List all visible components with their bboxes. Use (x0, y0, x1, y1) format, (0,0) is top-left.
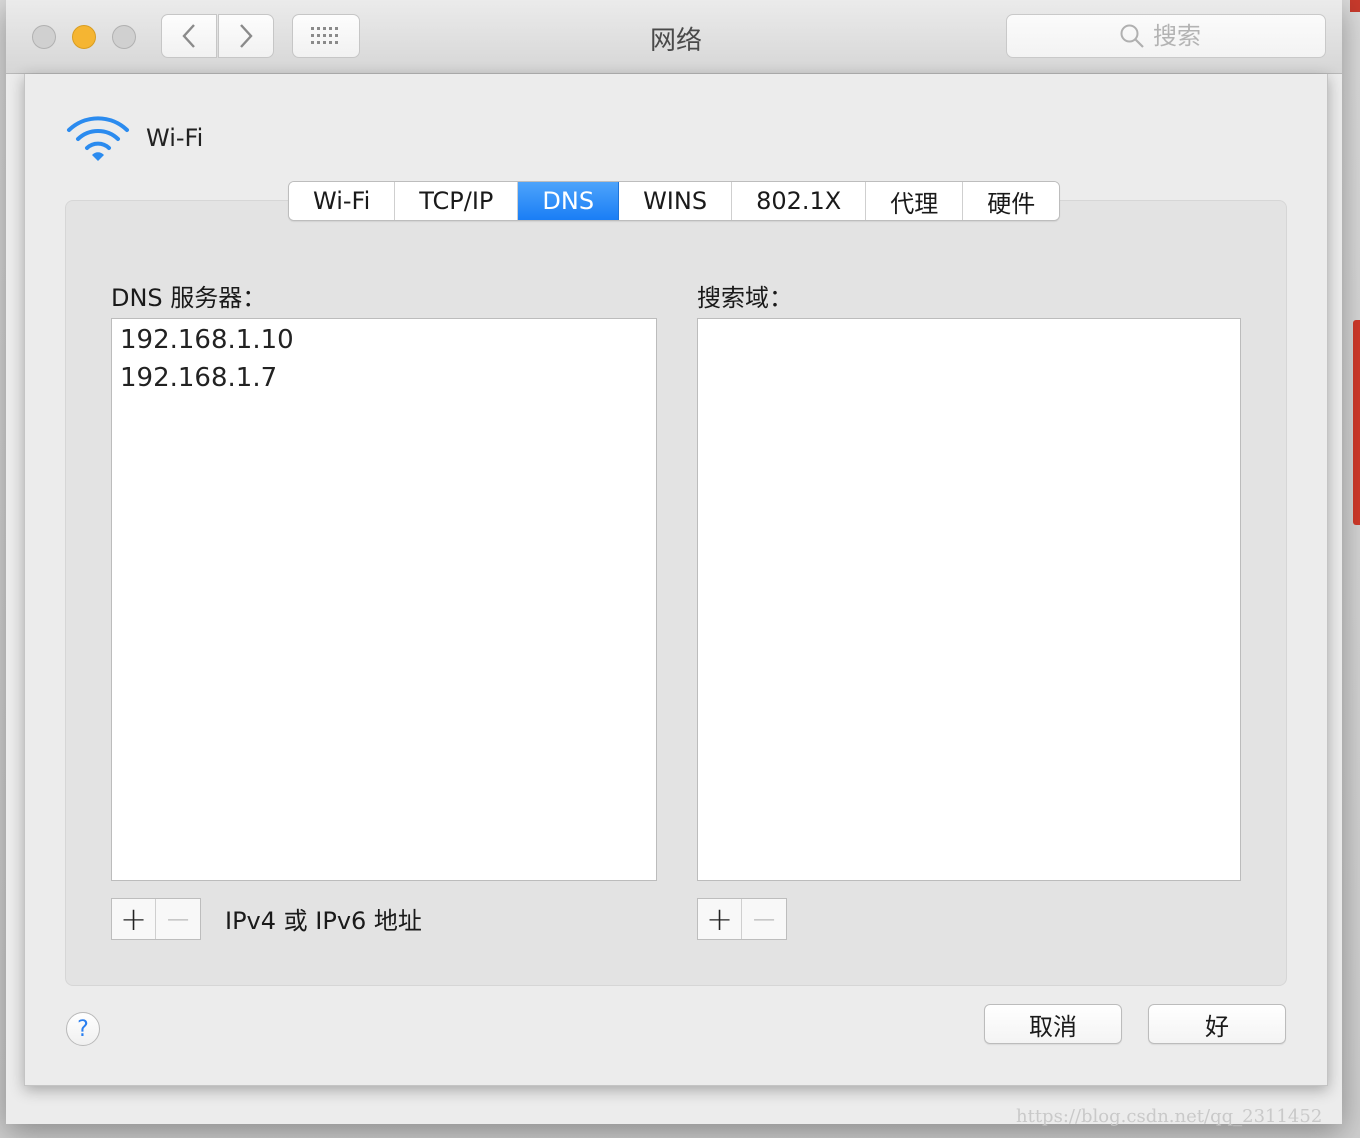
list-item[interactable]: 192.168.1.7 (112, 357, 656, 395)
back-button[interactable] (161, 14, 217, 58)
cancel-button[interactable]: 取消 (984, 1004, 1122, 1044)
help-button[interactable]: ? (66, 1012, 100, 1046)
background-window-edge (1353, 320, 1360, 525)
remove-search-domain-button[interactable]: − (742, 899, 786, 939)
add-dns-server-button[interactable]: + (112, 899, 156, 939)
forward-button[interactable] (218, 14, 274, 58)
show-all-button[interactable] (292, 14, 360, 58)
settings-tabs: Wi-Fi TCP/IP DNS WINS 802.1X 代理 硬件 (288, 181, 1061, 221)
tab-proxy[interactable]: 代理 (866, 182, 964, 220)
search-input[interactable] (1153, 22, 1213, 50)
wifi-icon (67, 116, 129, 161)
interface-name: Wi-Fi (146, 124, 204, 152)
title-bar: 网络 (6, 0, 1342, 74)
search-domains-list[interactable] (697, 318, 1241, 881)
tab-wins[interactable]: WINS (619, 182, 733, 220)
dns-address-hint: IPv4 或 IPv6 地址 (225, 907, 422, 935)
network-preferences-window: 网络 Wi-Fi Wi-Fi TCP/IP DNS WINS 802.1X 代理… (6, 0, 1342, 1124)
search-icon (1120, 24, 1144, 48)
add-search-domain-button[interactable]: + (698, 899, 742, 939)
minimize-window-button[interactable] (72, 25, 96, 49)
list-item[interactable]: 192.168.1.10 (112, 319, 656, 357)
search-field[interactable] (1006, 14, 1326, 58)
search-domains-label: 搜索域： (697, 284, 793, 312)
dns-servers-add-remove: + − (111, 898, 201, 940)
tab-8021x[interactable]: 802.1X (732, 182, 867, 220)
tab-tcpip[interactable]: TCP/IP (395, 182, 519, 220)
zoom-window-button[interactable] (112, 25, 136, 49)
tab-hardware[interactable]: 硬件 (963, 182, 1060, 220)
tab-wifi[interactable]: Wi-Fi (289, 182, 396, 220)
tab-dns[interactable]: DNS (518, 182, 620, 220)
remove-dns-server-button[interactable]: − (156, 899, 200, 939)
dns-servers-label: DNS 服务器： (111, 284, 267, 312)
chevron-right-icon (240, 24, 253, 48)
advanced-settings-sheet: Wi-Fi Wi-Fi TCP/IP DNS WINS 802.1X 代理 硬件… (24, 74, 1328, 1086)
window-title: 网络 (649, 26, 702, 56)
watermark: https://blog.csdn.net/qq_2311452 (1016, 1106, 1323, 1127)
dns-servers-list[interactable]: 192.168.1.10 192.168.1.7 (111, 318, 657, 881)
chevron-left-icon (182, 24, 195, 48)
grid-icon (311, 27, 338, 44)
ok-button[interactable]: 好 (1148, 1004, 1286, 1044)
close-window-button[interactable] (32, 25, 56, 49)
background-window-edge-top (1350, 0, 1360, 12)
search-domains-add-remove: + − (697, 898, 787, 940)
